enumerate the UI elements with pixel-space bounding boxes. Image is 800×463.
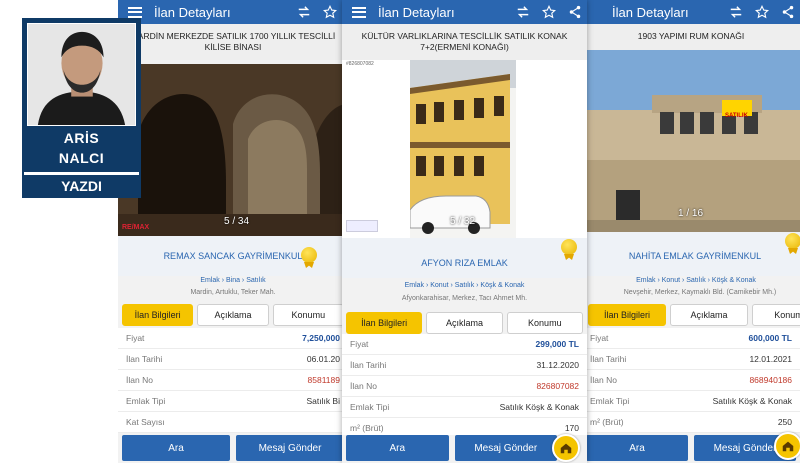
- table-row: m² (Brüt) 250: [582, 412, 800, 433]
- star-icon[interactable]: [541, 4, 557, 20]
- table-row: İlan Tarihi 06.01.20: [118, 349, 348, 370]
- table-row: İlan No 826807082: [342, 376, 587, 397]
- app-title: İlan Detayları: [154, 4, 231, 20]
- breadcrumb[interactable]: Emlak › Bina › Satılık: [118, 277, 348, 284]
- author-first-name: ARİS: [63, 130, 100, 146]
- medal-icon: [561, 239, 577, 255]
- table-row: İlan No 868940186: [582, 370, 800, 391]
- breadcrumb[interactable]: Emlak › Konut › Satılık › Köşk & Konak: [342, 282, 587, 289]
- table-row: İlan Tarihi 31.12.2020: [342, 355, 587, 376]
- action-bar: Ara Mesaj Gönder: [582, 435, 800, 463]
- remax-logo: RE/MAX: [122, 224, 150, 231]
- action-bar: Ara Mesaj Gönder: [118, 435, 348, 463]
- home-icon: [782, 441, 794, 452]
- table-row: Fiyat 7,250,000: [118, 328, 348, 349]
- photo-counter: 5 / 32: [450, 216, 476, 227]
- call-button[interactable]: Ara: [346, 435, 449, 461]
- tab-konumu[interactable]: Konumu: [272, 304, 344, 326]
- home-button[interactable]: [552, 434, 580, 462]
- listing-pane-1: İlan Detayları MARDİN MERKEZDE SATILIK 1…: [118, 0, 348, 463]
- agency-logo: [346, 220, 378, 232]
- info-table: Fiyat 7,250,000 İlan Tarihi 06.01.20 İlan …: [118, 328, 348, 433]
- table-row: Fiyat 299,000 TL: [342, 334, 587, 355]
- for-sale-sign: SATILIK: [725, 113, 748, 119]
- app-bar: İlan Detayları: [118, 0, 348, 24]
- collage: İlan Detayları MARDİN MERKEZDE SATILIK 1…: [0, 0, 800, 463]
- menu-icon[interactable]: [352, 6, 366, 18]
- table-row: Emlak Tipi Satılık Bi: [118, 391, 348, 412]
- agency-name[interactable]: AFYON RIZA EMLAK: [342, 258, 587, 268]
- swap-icon[interactable]: [728, 4, 744, 20]
- tab-aciklama[interactable]: Açıklama: [197, 304, 269, 326]
- table-row: İlan No 8581189: [118, 370, 348, 391]
- photo-id: #826807082: [346, 61, 374, 67]
- tab-ilan-bilgileri[interactable]: İlan Bilgileri: [122, 304, 194, 326]
- medal-icon: [301, 247, 317, 263]
- konak-photo: [410, 60, 516, 238]
- author-label: YAZDI: [61, 178, 102, 194]
- call-button[interactable]: Ara: [122, 435, 230, 461]
- listing-photo[interactable]: #826807082 5 / 32: [342, 60, 587, 238]
- breadcrumb[interactable]: Emlak › Konut › Satılık › Köşk & Konak: [582, 277, 800, 284]
- listing-pane-3: İlan Detayları 1903 YAPIMI RUM KONAĞI SA…: [582, 0, 800, 463]
- church-photo: [118, 64, 348, 236]
- share-icon[interactable]: [567, 4, 583, 20]
- tab-konumu[interactable]: Konumu: [506, 312, 583, 334]
- call-button[interactable]: Ara: [586, 435, 688, 461]
- photo-counter: 1 / 16: [678, 208, 704, 219]
- table-row: Emlak Tipi Satılık Köşk & Konak: [342, 397, 587, 418]
- tab-aciklama[interactable]: Açıklama: [426, 312, 503, 334]
- swap-icon[interactable]: [296, 4, 312, 20]
- table-row: Emlak Tipi Satılık Köşk & Konak: [582, 391, 800, 412]
- home-icon: [560, 443, 572, 454]
- app-bar: İlan Detayları: [582, 0, 800, 24]
- action-bar: Ara Mesaj Gönder: [342, 435, 587, 463]
- author-photo: [27, 23, 136, 126]
- share-icon[interactable]: [780, 4, 796, 20]
- author-badge: ARİS NALCI YAZDI: [22, 18, 141, 198]
- location: Nevşehir, Merkez, Kaymaklı Bld. (Camikeb…: [623, 289, 777, 296]
- swap-icon[interactable]: [515, 4, 531, 20]
- home-button[interactable]: [774, 432, 800, 460]
- info-table: Fiyat 600,000 TL İlan Tarihi 12.01.2021 İl…: [582, 328, 800, 433]
- tab-konumu[interactable]: Konumu: [752, 304, 800, 326]
- app-title: İlan Detayları: [378, 4, 455, 20]
- divider: [24, 172, 139, 175]
- listing-title: KÜLTÜR VARLIKLARINA TESCİLLİK SATILIK KO…: [342, 24, 587, 60]
- app-title: İlan Detayları: [612, 4, 689, 20]
- location: Mardin, Artuklu, Teker Mah.: [190, 289, 276, 296]
- message-button[interactable]: Mesaj Gönder: [454, 435, 557, 461]
- listing-photo[interactable]: SATILIK 1 / 16: [582, 50, 800, 232]
- table-row: Kat Sayısı: [118, 412, 348, 433]
- agency-name[interactable]: NAHİTA EMLAK GAYRİMENKUL: [582, 251, 800, 261]
- table-row: İlan Tarihi 12.01.2021: [582, 349, 800, 370]
- tab-ilan-bilgileri[interactable]: İlan Bilgileri: [588, 304, 666, 326]
- star-icon[interactable]: [322, 4, 338, 20]
- listing-title: MARDİN MERKEZDE SATILIK 1700 YILLIK TESC…: [118, 24, 348, 60]
- app-bar: İlan Detayları: [342, 0, 587, 24]
- mansion-photo: [582, 50, 800, 232]
- listing-photo[interactable]: 5 / 34 RE/MAX: [118, 64, 348, 236]
- tab-ilan-bilgileri[interactable]: İlan Bilgileri: [346, 312, 423, 334]
- menu-icon[interactable]: [128, 6, 142, 18]
- author-last-name: NALCI: [58, 150, 105, 166]
- message-button[interactable]: Mesaj Gönder: [236, 435, 344, 461]
- tab-aciklama[interactable]: Açıklama: [670, 304, 748, 326]
- star-icon[interactable]: [754, 4, 770, 20]
- table-row: Fiyat 600,000 TL: [582, 328, 800, 349]
- location: Afyonkarahisar, Merkez, Tacı Ahmet Mh.: [401, 295, 528, 302]
- medal-icon: [785, 233, 800, 249]
- photo-counter: 5 / 34: [224, 216, 250, 227]
- listing-pane-2: İlan Detayları KÜLTÜR VARLIKLARINA TESCİ…: [342, 0, 587, 463]
- info-table: Fiyat 299,000 TL İlan Tarihi 31.12.2020 İl…: [342, 334, 587, 439]
